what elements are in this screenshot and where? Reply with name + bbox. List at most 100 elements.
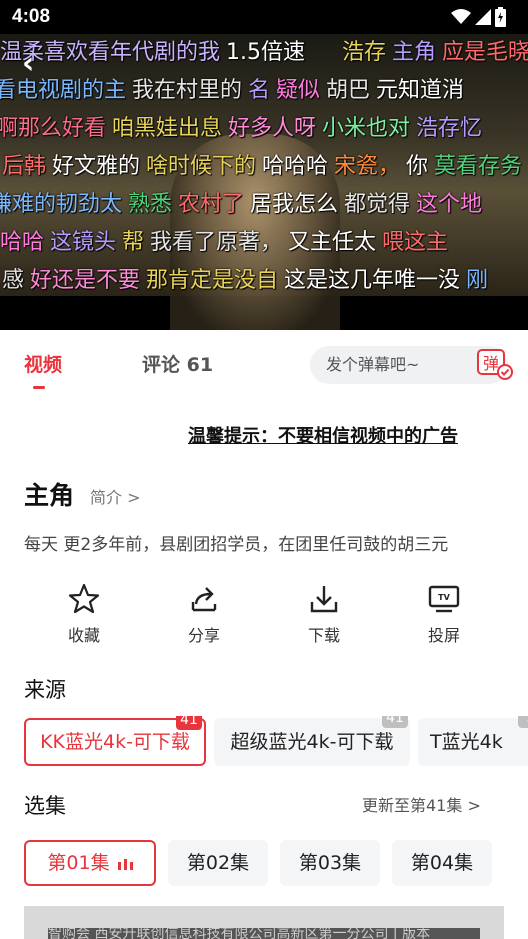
- battery-icon: [495, 7, 506, 27]
- tab-indicator: [33, 386, 45, 389]
- episode-title: 选集: [24, 794, 66, 818]
- danmaku-comment: 你: [406, 154, 429, 179]
- svg-text:TV: TV: [438, 593, 450, 602]
- source-label: T蓝光4k: [430, 731, 503, 753]
- danmaku-comment: 咱黑娃出息: [112, 116, 223, 141]
- episode-label: 第01集: [47, 852, 110, 874]
- danmaku-comment: 好文雅的: [52, 154, 141, 179]
- favorite-label: 收藏: [67, 626, 100, 645]
- danmaku-comment: 莫看存务: [434, 154, 523, 179]
- danmaku-comment: 刚: [466, 268, 489, 293]
- video-player[interactable]: 温柔喜欢看年代剧的我 1.5倍速 浩存 主角 应是毛晓 看电视剧的主 我在村里的名疑似 胡巴元…: [0, 0, 528, 330]
- source-count-badge: 41: [176, 716, 202, 730]
- notice-marquee: 温馨提示：不要相信视频中的广告: [188, 426, 458, 447]
- share-icon: [191, 587, 217, 612]
- episode-label: 第02集: [186, 852, 250, 874]
- episode-update-link[interactable]: 更新至第41集 >: [362, 792, 481, 816]
- danmaku-comment: 这个地: [416, 192, 483, 217]
- danmaku-comment: 1.5倍速: [226, 40, 305, 65]
- source-label: KK蓝光4k-可下载: [40, 731, 190, 753]
- source-chip-super[interactable]: 超级蓝光4k-可下载 41: [214, 716, 410, 766]
- danmaku-comment: 这是这几年唯一没: [284, 268, 461, 293]
- danmaku-comment: 主角: [392, 40, 437, 65]
- danmaku-comment: 又主任太: [288, 230, 377, 255]
- danmaku-comment: 喂这主: [382, 230, 449, 255]
- danmaku-comment: 熟悉: [128, 192, 173, 217]
- episode-item[interactable]: 第01集: [24, 840, 156, 886]
- episode-item[interactable]: 第04集: [392, 840, 492, 886]
- tab-comments[interactable]: 评论 61: [142, 350, 213, 377]
- episode-label: 第04集: [410, 852, 474, 874]
- source-list: KK蓝光4k-可下载 41 超级蓝光4k-可下载 41 T蓝光4k 3: [24, 716, 528, 766]
- danmaku-row: 感好还是不要 那肯定是没自 这是这几年唯一没刚: [0, 262, 528, 300]
- status-bar: 4:08: [0, 0, 528, 34]
- danmaku-comment: 元知道消: [376, 78, 465, 103]
- danmaku-comment: 小米也对: [322, 116, 411, 141]
- wifi-icon: [451, 9, 471, 24]
- episode-item[interactable]: 第02集: [168, 840, 268, 886]
- signal-icon: [475, 9, 491, 25]
- danmaku-row: 嫌难的韧劲太 熟悉 农村了 居我怎么 都觉得 这个地: [0, 186, 528, 224]
- danmaku-comment: 都觉得: [344, 192, 411, 217]
- danmaku-comment: 嫌难的韧劲太: [0, 192, 123, 217]
- danmaku-comment: 应是毛晓: [442, 40, 528, 65]
- status-icons: [451, 7, 506, 27]
- danmaku-comment: 啥时候下的: [146, 154, 257, 179]
- danmaku-comment: 宋瓷，: [334, 154, 401, 179]
- episode-list: 第01集 第02集 第03集 第04集: [24, 840, 504, 888]
- source-chip-kk[interactable]: KK蓝光4k-可下载 41: [24, 716, 206, 766]
- danmaku-comment: 好多人呀: [228, 116, 317, 141]
- danmaku-row: 温柔喜欢看年代剧的我 1.5倍速 浩存 主角 应是毛晓: [0, 34, 528, 72]
- detail-panel: 温馨提示：不要相信视频中的广告 主角 简介 > 每天 更2多年前，县剧团招学员，…: [0, 400, 528, 939]
- danmaku-comment: 我在村里的: [132, 78, 243, 103]
- status-time: 4:08: [12, 6, 51, 27]
- danmaku-row: 后韩 好文雅的 啥时候下的 哈哈哈 宋瓷，你莫看存务: [0, 148, 528, 186]
- source-label: 超级蓝光4k-可下载: [230, 731, 394, 753]
- share-label: 分享: [187, 626, 220, 645]
- share-button[interactable]: 分享: [144, 582, 264, 648]
- danmaku-toggle-icon[interactable]: 弹: [476, 348, 514, 380]
- danmaku-comment: 这镜头: [50, 230, 117, 255]
- ad-banner[interactable]: 智购会 西安升联创信息科技有限公司高新区第一分公司 | 版本: [24, 906, 504, 939]
- danmaku-comment: 帮: [122, 230, 145, 255]
- danmaku-comment: 居我怎么: [250, 192, 339, 217]
- danmaku-comment: 哈哈: [0, 230, 45, 255]
- source-title: 来源: [24, 678, 66, 702]
- star-icon: [68, 583, 100, 614]
- cast-label: 投屏: [427, 626, 460, 645]
- download-label: 下载: [307, 626, 340, 645]
- danmaku-comment: 哈哈哈: [262, 154, 329, 179]
- danmaku-comment: 名: [248, 78, 271, 103]
- tab-video[interactable]: 视频: [24, 350, 62, 377]
- danmaku-comment: 后韩: [2, 154, 47, 179]
- danmaku-comment: 胡巴: [326, 78, 371, 103]
- show-description[interactable]: 每天 更2多年前，县剧团招学员，在团里任司鼓的胡三元: [24, 530, 494, 555]
- danmaku-comment: 好还是不要: [30, 268, 141, 293]
- danmaku-comment: 看电视剧的主: [0, 78, 127, 103]
- danmaku-comment: 感: [2, 268, 25, 293]
- danmaku-comment: 农村了: [178, 192, 245, 217]
- danmaku-comment: 疑似: [276, 78, 321, 103]
- cast-button[interactable]: TV 投屏: [384, 582, 504, 648]
- episode-item[interactable]: 第03集: [280, 840, 380, 886]
- ad-text: 智购会 西安升联创信息科技有限公司高新区第一分公司 | 版本: [48, 928, 480, 939]
- danmaku-row: 啊那么好看 咱黑娃出息 好多人呀 小米也对 浩存忆: [0, 110, 528, 148]
- danmaku-comment: 那肯定是没自: [146, 268, 279, 293]
- source-count-badge: 41: [382, 716, 408, 728]
- cast-tv-icon: TV: [428, 585, 460, 613]
- danmaku-comment: 啊那么好看: [0, 116, 107, 141]
- download-icon: [310, 586, 338, 613]
- danmaku-row: 看电视剧的主 我在村里的名疑似 胡巴 元知道消: [0, 72, 528, 110]
- back-icon[interactable]: ‹: [22, 46, 34, 81]
- episode-label: 第03集: [298, 852, 362, 874]
- danmaku-comment: 我看了原著，: [150, 230, 283, 255]
- show-title: 主角: [24, 481, 75, 510]
- source-chip-t[interactable]: T蓝光4k 3: [418, 716, 528, 766]
- danmaku-toggle-label: 弹: [483, 354, 499, 373]
- intro-link[interactable]: 简介 >: [90, 484, 141, 508]
- source-count-badge: 3: [518, 716, 528, 728]
- favorite-button[interactable]: 收藏: [24, 582, 144, 648]
- download-button[interactable]: 下载: [264, 582, 384, 648]
- danmaku-comment: 浩存: [342, 40, 387, 65]
- danmaku-comment: 浩存忆: [416, 116, 483, 141]
